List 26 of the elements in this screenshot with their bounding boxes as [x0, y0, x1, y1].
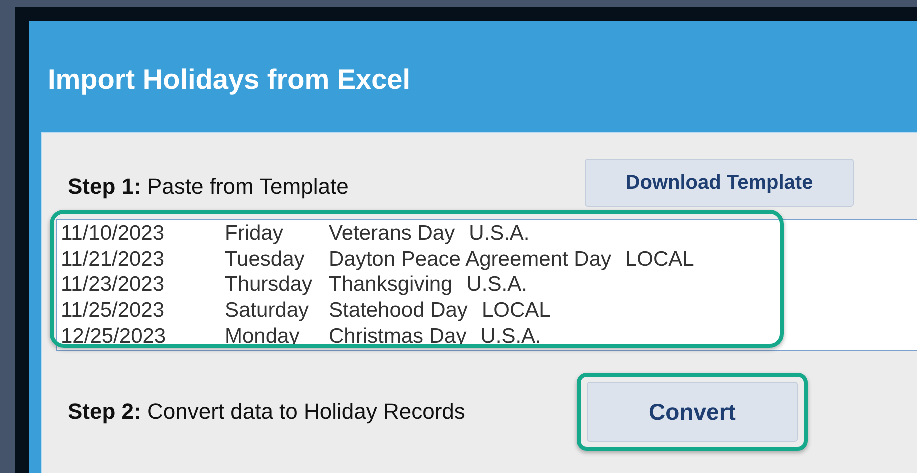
holiday-region: LOCAL: [626, 248, 694, 272]
download-template-button[interactable]: Download Template: [585, 159, 854, 207]
holiday-region: LOCAL: [482, 299, 551, 324]
holiday-name: Christmas Day: [329, 325, 467, 350]
step-label: Step 1: Paste from Template: [67, 173, 350, 200]
convert-button[interactable]: Convert: [587, 382, 798, 442]
step-label: Step 2: Convert data to Holiday Records: [67, 399, 466, 425]
holiday-weekday: Monday: [225, 325, 301, 350]
holiday-weekday: Friday: [225, 222, 284, 246]
dialog-title: Import Holidays from Excel: [47, 62, 412, 97]
holiday-date: 11/21/2023: [61, 248, 166, 272]
holiday-name: Veterans Day: [329, 222, 456, 246]
holiday-date: 11/23/2023: [61, 273, 166, 298]
holiday-region: U.S.A.: [480, 325, 542, 350]
holiday-name: Dayton Peace Agreement Day: [329, 248, 612, 272]
paste-field[interactable]: [56, 219, 917, 351]
holiday-date: 11/10/2023: [61, 222, 166, 246]
holiday-weekday: Tuesday: [225, 248, 306, 272]
holiday-date: 11/25/2023: [61, 299, 166, 324]
holiday-weekday: Thursday: [225, 273, 314, 298]
holiday-region: U.S.A.: [469, 222, 530, 246]
holiday-region: U.S.A.: [466, 273, 528, 298]
holiday-weekday: Saturday: [225, 299, 310, 324]
holiday-name: Statehood Day: [329, 299, 468, 324]
holiday-date: 12/25/2023: [61, 325, 168, 350]
holiday-name: Thanksgiving: [329, 273, 453, 298]
